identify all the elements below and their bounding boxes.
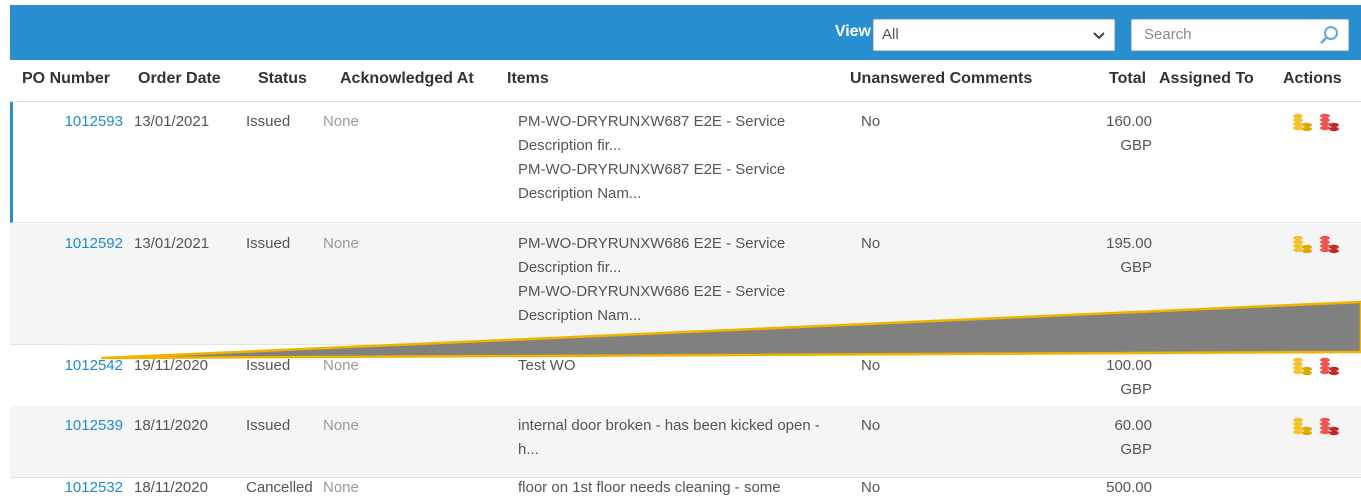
total-currency: GBP — [1120, 259, 1152, 276]
gold-coins-icon[interactable] — [1293, 417, 1312, 436]
view-label: View — [834, 23, 871, 40]
chevron-down-icon — [1093, 32, 1105, 40]
po-number-link[interactable]: 1012593 — [10, 110, 123, 134]
total-amount: 195.00 — [1106, 235, 1152, 252]
order-date: 13/01/2021 — [134, 235, 210, 252]
item-line: internal door broken - has been kicked o… — [518, 417, 820, 458]
view-select-value: All — [882, 26, 899, 43]
order-date: 18/11/2020 — [134, 479, 208, 496]
status: Issued — [246, 235, 291, 252]
column-header-order-date[interactable]: Order Date — [138, 70, 221, 88]
po-number-link[interactable]: 1012542 — [10, 354, 123, 378]
column-header-total[interactable]: Total — [1109, 70, 1146, 88]
toolbar: View All — [10, 5, 1361, 60]
items-cell: floor on 1st floor needs cleaning - some — [518, 476, 843, 500]
column-header-assigned-to[interactable]: Assigned To — [1159, 70, 1254, 88]
unanswered-comments: No — [861, 479, 881, 496]
column-header-acknowledged-at[interactable]: Acknowledged At — [340, 70, 474, 88]
item-line: PM-WO-DRYRUNXW687 E2E - Service Descript… — [518, 113, 786, 154]
gold-coins-icon[interactable] — [1293, 357, 1312, 376]
red-coins-icon[interactable] — [1320, 357, 1339, 376]
acknowledged-at: None — [323, 113, 359, 130]
total-currency: GBP — [1120, 137, 1152, 154]
items-cell: PM-WO-DRYRUNXW686 E2E - Service Descript… — [518, 232, 843, 328]
total-cell: 100.00 GBP — [1092, 354, 1152, 402]
view-select[interactable]: All — [873, 19, 1115, 51]
red-coins-icon[interactable] — [1320, 235, 1339, 254]
po-number-link[interactable]: 1012592 — [10, 232, 123, 256]
order-date: 13/01/2021 — [134, 113, 210, 130]
items-cell: Test WO — [518, 354, 843, 378]
total-currency: GBP — [1120, 381, 1152, 398]
unanswered-comments: No — [861, 417, 881, 434]
search-input[interactable] — [1144, 26, 1304, 43]
total-amount: 500.00 — [1106, 479, 1152, 496]
row-actions — [1293, 235, 1339, 254]
unanswered-comments: No — [861, 113, 881, 130]
item-line: floor on 1st floor needs cleaning - some — [518, 479, 781, 496]
acknowledged-at: None — [323, 417, 359, 434]
order-date: 19/11/2020 — [134, 357, 208, 374]
row-actions — [1293, 113, 1339, 132]
purchase-orders-panel: View All PO Number Order Date Status Ack… — [10, 0, 1361, 500]
table-row[interactable]: 1012592 13/01/2021 Issued None PM-WO-DRY… — [10, 224, 1361, 345]
order-date: 18/11/2020 — [134, 417, 208, 434]
item-line: PM-WO-DRYRUNXW686 E2E - Service Descript… — [518, 235, 786, 276]
table-row[interactable]: 1012593 13/01/2021 Issued None PM-WO-DRY… — [10, 102, 1361, 223]
item-line: Test WO — [518, 357, 576, 374]
row-actions — [1293, 417, 1339, 436]
gold-coins-icon[interactable] — [1293, 235, 1312, 254]
po-number-link[interactable]: 1012539 — [10, 414, 123, 438]
acknowledged-at: None — [323, 235, 359, 252]
column-header-po-number[interactable]: PO Number — [22, 70, 110, 88]
total-cell: 160.00 GBP — [1092, 110, 1152, 158]
status: Cancelled — [246, 479, 313, 496]
items-cell: PM-WO-DRYRUNXW687 E2E - Service Descript… — [518, 110, 843, 206]
total-currency: GBP — [1120, 441, 1152, 458]
total-amount: 60.00 — [1114, 417, 1152, 434]
gold-coins-icon[interactable] — [1293, 113, 1312, 132]
table-row[interactable]: 1012539 18/11/2020 Issued None internal … — [10, 406, 1361, 478]
acknowledged-at: None — [323, 479, 359, 496]
items-cell: internal door broken - has been kicked o… — [518, 414, 843, 462]
unanswered-comments: No — [861, 235, 881, 252]
red-coins-icon[interactable] — [1320, 113, 1339, 132]
column-header-actions: Actions — [1283, 70, 1342, 87]
unanswered-comments: No — [861, 357, 881, 374]
item-line: PM-WO-DRYRUNXW686 E2E - Service Descript… — [518, 283, 786, 324]
column-header-items[interactable]: Items — [507, 70, 549, 88]
column-header-status[interactable]: Status — [258, 70, 307, 88]
search-icon[interactable] — [1318, 24, 1340, 46]
table-row[interactable]: 1012532 18/11/2020 Cancelled None floor … — [10, 472, 1361, 500]
total-amount: 160.00 — [1106, 113, 1152, 130]
total-amount: 100.00 — [1106, 357, 1152, 374]
red-coins-icon[interactable] — [1320, 417, 1339, 436]
row-actions — [1293, 357, 1339, 376]
status: Issued — [246, 417, 291, 434]
status: Issued — [246, 357, 291, 374]
table-header: PO Number Order Date Status Acknowledged… — [10, 60, 1361, 102]
search-box[interactable] — [1131, 19, 1349, 51]
column-header-unanswered-comments[interactable]: Unanswered Comments — [850, 70, 1032, 88]
total-cell: 195.00 GBP — [1092, 232, 1152, 280]
item-line: PM-WO-DRYRUNXW687 E2E - Service Descript… — [518, 161, 786, 202]
po-number-link[interactable]: 1012532 — [10, 476, 123, 500]
status: Issued — [246, 113, 291, 130]
total-cell: 500.00 — [1092, 476, 1152, 500]
total-cell: 60.00 GBP — [1092, 414, 1152, 462]
acknowledged-at: None — [323, 357, 359, 374]
